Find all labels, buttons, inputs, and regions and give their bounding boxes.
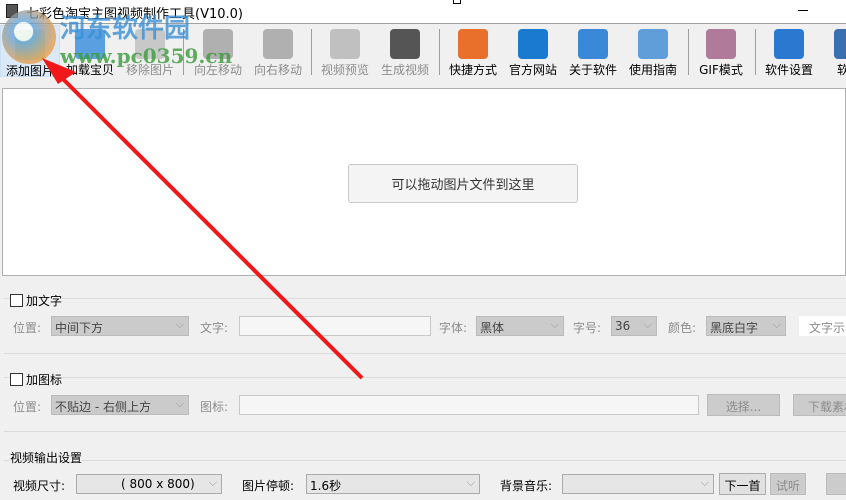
toolbar-button-cubes[interactable]: 快捷方式 — [443, 25, 503, 77]
download-material-button[interactable]: 下载素材 — [793, 394, 846, 416]
add-text-label: 加文字 — [26, 294, 63, 308]
toolbar: 添加图片 加载宝贝 移除图片 向左移动 向右移动 视频预览 生成视频 快捷方式 官方网站 关于软件… — [0, 25, 846, 83]
film-icon — [706, 29, 736, 59]
info-icon — [578, 29, 608, 59]
magnifier-icon — [330, 29, 360, 59]
text-position-label: 位置: — [13, 321, 42, 335]
add-text-checkbox[interactable]: 加文字 — [10, 292, 63, 309]
toolbar-button-info[interactable]: 关于软件 — [563, 25, 623, 77]
toolbar-button-arrow-left[interactable]: 向左移动 — [188, 25, 248, 77]
toolbar-button-add-image[interactable]: 添加图片 — [0, 25, 60, 78]
icon-path-input[interactable] — [239, 395, 699, 415]
toolbar-separator — [311, 29, 312, 75]
font-select[interactable]: 黑体 — [476, 316, 564, 336]
toolbar-separator — [439, 29, 440, 75]
image-pause-label: 图片停顿: — [242, 479, 295, 493]
checkbox-icon[interactable] — [10, 373, 23, 386]
toolbar-button-label: 软件设置 — [764, 63, 813, 77]
arrow-left-icon — [203, 29, 233, 59]
toolbar-button-magnifier[interactable]: 视频预览 — [315, 25, 375, 77]
maximize-button[interactable] — [453, 0, 461, 4]
cubes-icon — [458, 29, 488, 59]
toolbar-button-label: GIF模式 — [699, 63, 743, 77]
font-size-select[interactable]: 36 — [611, 316, 657, 336]
color-label: 颜色: — [668, 321, 697, 335]
load-product-icon — [75, 29, 105, 59]
color-select[interactable]: 黑底白字 — [706, 316, 786, 336]
text-input[interactable] — [239, 316, 431, 336]
icon-position-select[interactable]: 不贴边 - 右侧上方 — [51, 395, 189, 415]
toolbar-button-label: 快捷方式 — [448, 63, 497, 77]
image-drop-area[interactable]: 可以拖动图片文件到这里 — [2, 88, 846, 276]
toolbar-button-label: 生成视频 — [380, 63, 429, 77]
toolbar-button-remove-image[interactable]: 移除图片 — [120, 25, 180, 77]
font-label: 字体: — [439, 321, 468, 335]
app-icon — [6, 4, 18, 18]
video-output-label: 视频输出设置 — [10, 449, 83, 466]
background-music-select[interactable] — [562, 474, 714, 494]
next-track-button[interactable]: 下一首 — [719, 473, 766, 495]
browser-icon — [518, 29, 548, 59]
icon-path-label: 图标: — [200, 400, 229, 414]
window-title: 七彩色淘宝主图视频制作工具(V10.0) — [26, 7, 243, 22]
toolbar-button-label: 视频预览 — [320, 63, 369, 77]
monitor-icon — [834, 29, 846, 59]
toolbar-button-arrow-right[interactable]: 向右移动 — [248, 25, 308, 77]
add-icon-label: 加图标 — [26, 373, 63, 387]
guide-icon — [638, 29, 668, 59]
toolbar-separator — [183, 29, 184, 75]
checkbox-icon[interactable] — [10, 294, 23, 307]
toolbar-button-monitor[interactable]: 软件 — [819, 25, 846, 77]
drop-hint-button[interactable]: 可以拖动图片文件到这里 — [348, 164, 578, 203]
toolbar-button-label: 软件 — [836, 63, 846, 77]
toolbar-button-gear[interactable]: 软件设置 — [759, 25, 819, 77]
icon-position-label: 位置: — [13, 400, 42, 414]
toolbar-button-load-product[interactable]: 加载宝贝 — [60, 25, 120, 77]
toolbar-separator — [755, 29, 756, 75]
toolbar-button-film[interactable]: GIF模式 — [691, 25, 751, 77]
video-size-label: 视频尺寸: — [13, 479, 66, 493]
text-preview: 文字示 — [799, 316, 846, 336]
add-image-icon — [15, 30, 45, 60]
font-size-label: 字号: — [573, 321, 602, 335]
toolbar-button-label: 移除图片 — [125, 63, 174, 77]
title-bar: 七彩色淘宝主图视频制作工具(V10.0) — [0, 0, 846, 24]
remove-image-icon — [135, 29, 165, 59]
text-position-select[interactable]: 中间下方 — [51, 316, 189, 336]
toolbar-button-label: 关于软件 — [568, 63, 617, 77]
text-label: 文字: — [200, 321, 229, 335]
image-pause-select[interactable]: 1.6秒 — [306, 474, 480, 494]
toolbar-button-clapperboard[interactable]: 生成视频 — [375, 25, 435, 77]
choose-icon-button[interactable]: 选择... — [707, 394, 780, 416]
gear-icon — [774, 29, 804, 59]
toolbar-button-label: 使用指南 — [628, 63, 677, 77]
toolbar-button-label: 添加图片 — [5, 64, 54, 78]
extra-button[interactable] — [826, 473, 846, 495]
toolbar-button-label: 官方网站 — [508, 63, 557, 77]
video-size-select[interactable]: ( 800 x 800) — [76, 474, 222, 494]
toolbar-button-label: 向右移动 — [253, 63, 302, 77]
clapperboard-icon — [390, 29, 420, 59]
toolbar-button-guide[interactable]: 使用指南 — [623, 25, 683, 77]
background-music-label: 背景音乐: — [500, 479, 553, 493]
toolbar-button-browser[interactable]: 官方网站 — [503, 25, 563, 77]
toolbar-button-label: 向左移动 — [193, 63, 242, 77]
listen-button[interactable]: 试听 — [770, 473, 806, 495]
add-icon-checkbox[interactable]: 加图标 — [10, 371, 63, 388]
arrow-right-icon — [263, 29, 293, 59]
toolbar-button-label: 加载宝贝 — [65, 63, 114, 77]
minimize-button[interactable] — [798, 10, 808, 11]
toolbar-separator — [688, 29, 689, 75]
